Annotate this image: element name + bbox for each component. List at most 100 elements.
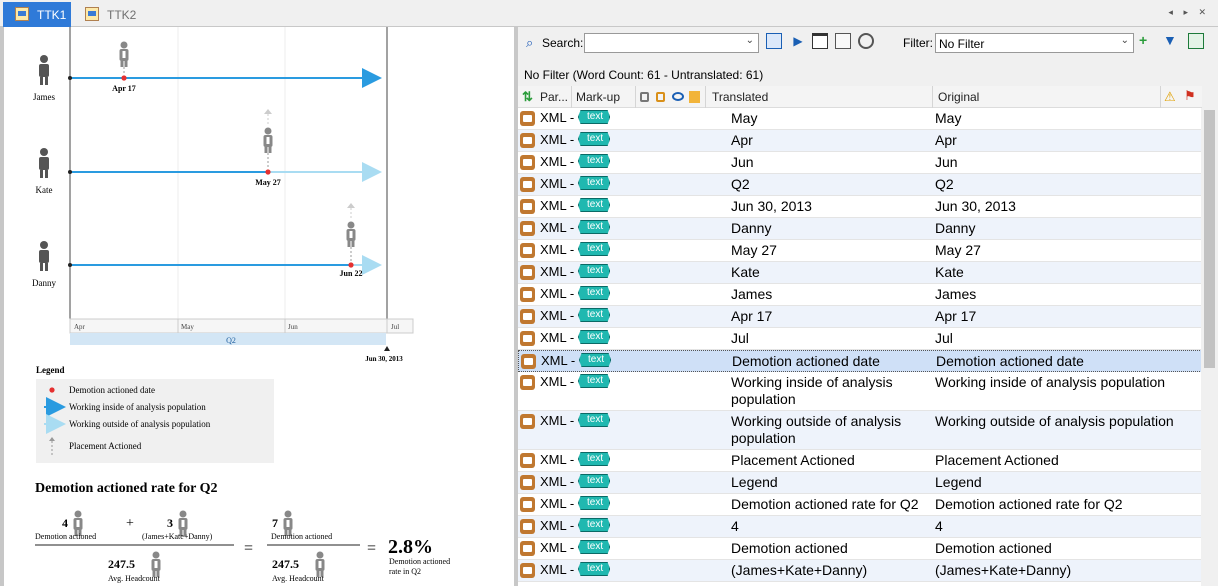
search-combo[interactable]: ⌄ bbox=[584, 33, 759, 53]
table-row[interactable]: XML - text Working inside of analysis popu… bbox=[518, 372, 1202, 411]
search-input[interactable] bbox=[587, 35, 737, 51]
table-row[interactable]: XML - text Jul Jul bbox=[518, 328, 1202, 350]
cell-translated[interactable]: May bbox=[731, 110, 921, 127]
table-row[interactable]: XML - text Demotion actioned rate for Q2 De… bbox=[518, 494, 1202, 516]
table-row[interactable]: XML - text Jun 30, 2013 Jun 30, 2013 bbox=[518, 196, 1202, 218]
cell-translated[interactable]: Legend bbox=[731, 474, 921, 491]
xml-segment-icon bbox=[520, 563, 535, 578]
xml-segment-icon bbox=[520, 475, 535, 490]
vertical-scrollbar[interactable] bbox=[1201, 108, 1218, 586]
filter-value: No Filter bbox=[939, 37, 985, 51]
table-row[interactable]: XML - text May 27 May 27 bbox=[518, 240, 1202, 262]
column-header-translated[interactable]: Translated bbox=[712, 90, 768, 104]
table-row[interactable]: XML - text Working outside of analysis pop… bbox=[518, 411, 1202, 450]
table-row[interactable]: XML - text Q2 Q2 bbox=[518, 174, 1202, 196]
chevron-down-icon[interactable]: ⌄ bbox=[1121, 35, 1129, 46]
cell-translated[interactable]: Jul bbox=[731, 330, 921, 347]
xml-segment-icon bbox=[520, 541, 535, 556]
equals-sign: = bbox=[244, 540, 253, 557]
filter-status-text: No Filter (Word Count: 61 - Untranslated… bbox=[524, 68, 764, 82]
table-row[interactable]: XML - text Placement Actioned Placement Act… bbox=[518, 450, 1202, 472]
markup-tag: text bbox=[578, 518, 611, 532]
cell-translated[interactable]: Demotion actioned bbox=[731, 540, 921, 557]
tab-scroll-controls[interactable]: ◂ ▸ ✕ bbox=[1168, 7, 1210, 18]
table-row[interactable]: XML - text Apr 17 Apr 17 bbox=[518, 306, 1202, 328]
xml-segment-icon bbox=[520, 243, 535, 258]
segment-grid: ⇅ Par... Mark-up Translated Original ⚠ ⚑… bbox=[518, 86, 1202, 586]
chevron-down-icon[interactable]: ⌄ bbox=[746, 35, 754, 46]
cell-translated[interactable]: Working inside of analysis population bbox=[731, 374, 921, 408]
cell-par: XML - bbox=[540, 452, 575, 467]
table-row[interactable]: XML - text Jun Jun bbox=[518, 152, 1202, 174]
window-icon[interactable] bbox=[812, 33, 828, 49]
cell-translated[interactable]: Danny bbox=[731, 220, 921, 237]
preview-pane: James Kate Danny Apr 17 May 27 Jun 22 Ap… bbox=[0, 27, 516, 586]
tab-ttk2[interactable]: TTK2 bbox=[73, 2, 141, 27]
options-icon[interactable] bbox=[835, 33, 851, 49]
numerator-label: Demotion actioned bbox=[271, 532, 332, 541]
cell-par: XML - bbox=[540, 176, 575, 191]
lock-icon[interactable] bbox=[656, 92, 665, 102]
cell-translated[interactable]: Kate bbox=[731, 264, 921, 281]
numerator-label: (James+Kate+Danny) bbox=[142, 532, 213, 541]
flag-icon[interactable]: ⚑ bbox=[1184, 88, 1196, 104]
note-icon[interactable] bbox=[689, 91, 700, 103]
xml-segment-icon bbox=[520, 177, 535, 192]
cell-original: Apr 17 bbox=[935, 308, 977, 324]
find-next-icon[interactable] bbox=[766, 33, 782, 49]
add-filter-icon[interactable]: + bbox=[1139, 33, 1155, 49]
cell-original: Jul bbox=[935, 330, 953, 346]
column-header-original[interactable]: Original bbox=[938, 90, 979, 104]
cell-translated[interactable]: May 27 bbox=[731, 242, 921, 259]
demotion-dot bbox=[265, 169, 271, 175]
xml-segment-icon bbox=[520, 497, 535, 512]
cell-original: Danny bbox=[935, 220, 976, 236]
cell-translated[interactable]: Jun 30, 2013 bbox=[731, 198, 921, 215]
legend-item: Placement Actioned bbox=[69, 441, 142, 451]
table-row[interactable]: XML - text (James+Kate+Danny) (James+Kate+D… bbox=[518, 560, 1202, 582]
table-row[interactable]: XML - text Apr Apr bbox=[518, 130, 1202, 152]
cell-translated[interactable]: Demotion actioned date bbox=[732, 353, 922, 370]
play-icon[interactable]: ▶ bbox=[790, 33, 806, 49]
filter-select[interactable]: No Filter ⌄ bbox=[935, 33, 1134, 53]
xml-segment-icon bbox=[521, 354, 536, 369]
cell-translated[interactable]: Apr bbox=[731, 132, 921, 149]
cell-translated[interactable]: (James+Kate+Danny) bbox=[731, 562, 921, 579]
table-row[interactable]: XML - text Demotion actioned date Demotion … bbox=[518, 350, 1202, 372]
tab-ttk1[interactable]: TTK1 bbox=[3, 2, 71, 27]
cell-translated[interactable]: Q2 bbox=[731, 176, 921, 193]
warning-icon[interactable]: ⚠ bbox=[1164, 89, 1176, 105]
table-row[interactable]: XML - text Legend Legend bbox=[518, 472, 1202, 494]
legend-title: Legend bbox=[36, 365, 65, 375]
lock-icon[interactable] bbox=[640, 92, 649, 102]
clock-filter-icon[interactable] bbox=[858, 33, 874, 49]
person-label-danny: Danny bbox=[32, 278, 56, 288]
cell-original: May bbox=[935, 110, 962, 126]
scrollbar-thumb[interactable] bbox=[1204, 110, 1215, 368]
clear-filter-icon[interactable]: ▼ bbox=[1163, 33, 1179, 49]
table-row[interactable]: XML - text Danny Danny bbox=[518, 218, 1202, 240]
cell-translated[interactable]: Jun bbox=[731, 154, 921, 171]
cell-translated[interactable]: 4 bbox=[731, 518, 921, 535]
cell-translated[interactable]: Working outside of analysis population bbox=[731, 413, 921, 447]
excel-export-icon[interactable] bbox=[1188, 33, 1204, 49]
cell-par: XML - bbox=[540, 330, 575, 345]
table-row[interactable]: XML - text 4 4 bbox=[518, 516, 1202, 538]
rate-title: Demotion actioned rate for Q2 bbox=[35, 481, 217, 496]
table-row[interactable]: XML - text May May bbox=[518, 108, 1202, 130]
cell-translated[interactable]: Placement Actioned bbox=[731, 452, 921, 469]
cell-translated[interactable]: Apr 17 bbox=[731, 308, 921, 325]
event-label: May 27 bbox=[255, 178, 281, 187]
column-header-markup[interactable]: Mark-up bbox=[576, 90, 620, 104]
eye-icon[interactable] bbox=[672, 92, 684, 101]
person-label-kate: Kate bbox=[36, 185, 53, 195]
refresh-icon[interactable]: ⇅ bbox=[522, 89, 533, 105]
cell-par: XML - bbox=[540, 220, 575, 235]
cell-translated[interactable]: Demotion actioned rate for Q2 bbox=[731, 496, 921, 513]
table-row[interactable]: XML - text Demotion actioned Demotion actio… bbox=[518, 538, 1202, 560]
table-row[interactable]: XML - text Kate Kate bbox=[518, 262, 1202, 284]
cell-translated[interactable]: James bbox=[731, 286, 921, 303]
xml-segment-icon bbox=[520, 287, 535, 302]
table-row[interactable]: XML - text James James bbox=[518, 284, 1202, 306]
column-header-par[interactable]: Par... bbox=[540, 90, 568, 104]
